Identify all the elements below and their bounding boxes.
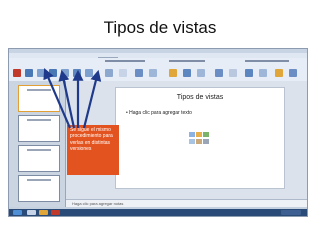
slides-panel — [9, 81, 66, 207]
ribbon-button[interactable] — [245, 69, 253, 77]
content-placeholder-icons — [189, 132, 209, 146]
ribbon-button[interactable] — [197, 69, 205, 77]
ribbon-button[interactable] — [105, 69, 113, 77]
start-button[interactable] — [13, 210, 22, 215]
ribbon-button[interactable] — [275, 69, 283, 77]
slide-thumbnail[interactable] — [18, 145, 60, 172]
ribbon-text — [245, 60, 289, 62]
slide-title: Tipos de vistas — [103, 18, 217, 37]
slide-thumbnail[interactable] — [18, 175, 60, 202]
chart-icon[interactable] — [196, 132, 202, 137]
slide-canvas-title[interactable]: Tipos de vistas — [116, 94, 284, 101]
clipart-icon[interactable] — [196, 139, 202, 144]
callout-note: Se sigue el mismo procedimiento para ver… — [67, 125, 119, 175]
ribbon-button[interactable] — [135, 69, 143, 77]
taskbar-app[interactable] — [39, 210, 48, 215]
ribbon-button[interactable] — [215, 69, 223, 77]
ribbon-button[interactable] — [49, 69, 57, 77]
ribbon-button[interactable] — [229, 69, 237, 77]
taskbar-app[interactable] — [51, 210, 60, 215]
ribbon — [9, 58, 307, 86]
ribbon-button[interactable] — [73, 69, 81, 77]
taskbar-clock — [281, 210, 301, 215]
notes-placeholder[interactable]: Haga clic para agregar notas — [72, 201, 123, 206]
ribbon-button[interactable] — [85, 69, 93, 77]
ribbon-text — [105, 60, 145, 62]
ribbon-button[interactable] — [149, 69, 157, 77]
ribbon-button[interactable] — [169, 69, 177, 77]
slide-thumbnail[interactable] — [18, 115, 60, 142]
ribbon-button[interactable] — [183, 69, 191, 77]
ribbon-button[interactable] — [37, 69, 45, 77]
ribbon-button[interactable] — [61, 69, 69, 77]
media-icon[interactable] — [203, 139, 209, 144]
slide-canvas-body[interactable]: • Haga clic para agregar texto — [126, 110, 192, 116]
ribbon-button[interactable] — [25, 69, 33, 77]
ribbon-button[interactable] — [289, 69, 297, 77]
picture-icon[interactable] — [189, 139, 195, 144]
ribbon-button[interactable] — [259, 69, 267, 77]
smartart-icon[interactable] — [203, 132, 209, 137]
table-icon[interactable] — [189, 132, 195, 137]
powerpoint-screenshot: Tipos de vistas • Haga clic para agregar… — [8, 48, 308, 217]
ribbon-text — [169, 60, 205, 62]
taskbar-app[interactable] — [27, 210, 36, 215]
slide-canvas[interactable]: Tipos de vistas • Haga clic para agregar… — [115, 87, 285, 189]
ribbon-button[interactable] — [119, 69, 127, 77]
slide-thumbnail[interactable] — [18, 85, 60, 112]
ribbon-button[interactable] — [13, 69, 21, 77]
